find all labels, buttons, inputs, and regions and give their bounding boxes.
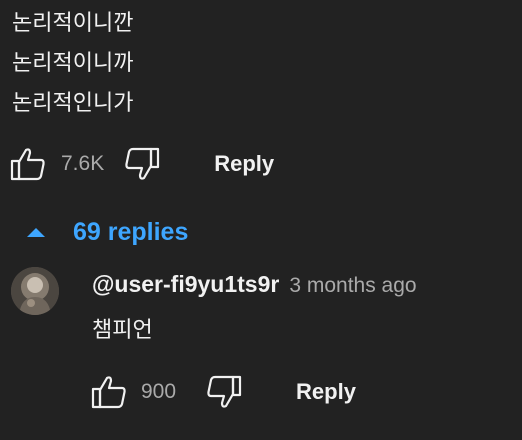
reply-timestamp[interactable]: 3 months ago xyxy=(289,274,416,298)
replies-count-label: 69 replies xyxy=(73,217,189,246)
comment-body: 논리적이니깐 논리적이니까 논리적인니가 xyxy=(12,4,133,124)
like-button[interactable] xyxy=(89,372,129,412)
comment-text-line: 논리적인니가 xyxy=(12,91,134,116)
thumbs-up-icon xyxy=(10,148,45,181)
reply-text: 챔피언 xyxy=(92,318,153,343)
like-count: 900 xyxy=(141,380,177,403)
comment-text-line: 논리적이니깐 xyxy=(12,11,134,36)
comment-thread: 논리적이니깐 논리적이니까 논리적인니가 7.6K Reply 69 repli… xyxy=(0,0,522,440)
reply-author[interactable]: @user-fi9yu1ts9r xyxy=(92,271,279,298)
caret-up-icon xyxy=(24,225,54,239)
reply-action-bar: 900 Reply xyxy=(89,370,366,414)
replies-toggle[interactable]: 69 replies xyxy=(24,210,188,254)
comment-action-bar: 7.6K Reply xyxy=(8,142,284,186)
reply-header: @user-fi9yu1ts9r 3 months ago xyxy=(92,271,417,298)
dislike-button[interactable] xyxy=(122,144,162,184)
comment-text-line: 논리적이니까 xyxy=(12,51,134,76)
avatar[interactable] xyxy=(11,267,59,315)
thumbs-up-icon xyxy=(91,376,126,409)
thumbs-down-icon xyxy=(207,375,242,408)
dislike-button[interactable] xyxy=(204,372,244,412)
reply-button[interactable]: Reply xyxy=(204,145,284,183)
like-button[interactable] xyxy=(8,144,48,184)
reply-button[interactable]: Reply xyxy=(286,373,366,411)
thumbs-down-icon xyxy=(125,147,160,180)
like-count: 7.6K xyxy=(61,152,105,175)
